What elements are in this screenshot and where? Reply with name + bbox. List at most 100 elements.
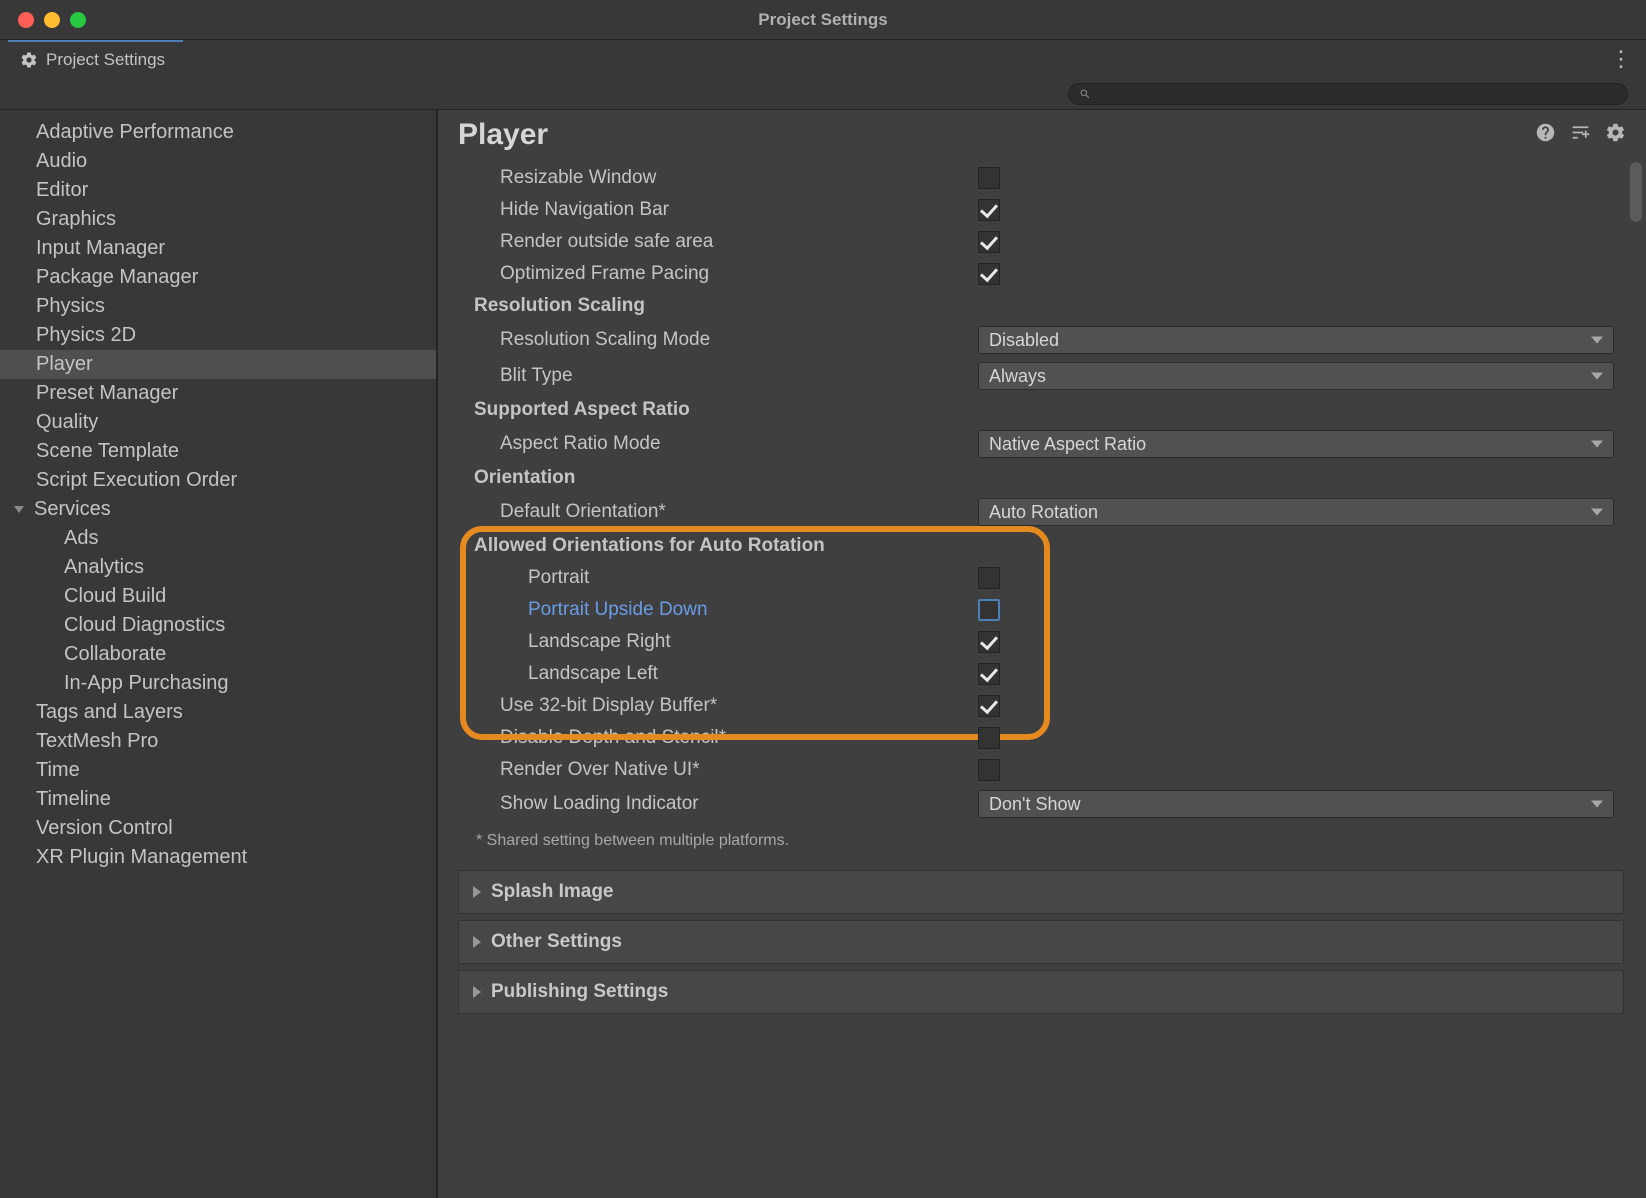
checkbox-optimized_frame[interactable] [978,263,1000,285]
minimize-window-icon[interactable] [44,12,60,28]
sidebar-item-label: Input Manager [36,237,165,259]
sidebar-item-scene-template[interactable]: Scene Template [0,437,436,466]
dropdown-loading_indicator[interactable]: Don't Show [978,790,1614,818]
checkbox-render_over_native[interactable] [978,759,1000,781]
checkbox-hide_nav[interactable] [978,199,1000,221]
sidebar-item-in-app-purchasing[interactable]: In-App Purchasing [0,669,436,698]
tab-project-settings[interactable]: Project Settings [8,40,183,78]
dropdown-aspect_mode[interactable]: Native Aspect Ratio [978,430,1614,458]
foldout-other-settings[interactable]: Other Settings [458,920,1624,964]
foldout-publishing-settings[interactable]: Publishing Settings [458,970,1624,1014]
sidebar-item-package-manager[interactable]: Package Manager [0,263,436,292]
sidebar-item-cloud-build[interactable]: Cloud Build [0,582,436,611]
label-resizable_window: Resizable Window [500,167,656,189]
sidebar-item-script-execution-order[interactable]: Script Execution Order [0,466,436,495]
sidebar-item-analytics[interactable]: Analytics [0,553,436,582]
help-icon[interactable] [1535,122,1556,148]
foldout-splash-image[interactable]: Splash Image [458,870,1624,914]
dropdown-scaling_mode[interactable]: Disabled [978,326,1614,354]
checkbox-landscape_left[interactable] [978,663,1000,685]
search-input[interactable] [1097,86,1617,101]
kebab-menu-icon[interactable]: ⋮ [1610,48,1632,70]
sidebar-item-label: TextMesh Pro [36,730,158,752]
section-aspect_hdr: Supported Aspect Ratio [474,399,690,421]
label-portrait: Portrait [528,567,589,589]
page-title: Player [458,118,1535,152]
settings-scroll[interactable]: Resizable Window Hide Navigation Bar Rende… [438,162,1646,1198]
main-header: Player [438,110,1646,162]
sidebar-item-label: Editor [36,179,88,201]
sidebar-item-physics-2d[interactable]: Physics 2D [0,321,436,350]
sidebar-item-adaptive-performance[interactable]: Adaptive Performance [0,118,436,147]
checkbox-portrait[interactable] [978,567,1000,589]
checkbox-portrait_upside[interactable] [978,599,1000,621]
sidebar-item-audio[interactable]: Audio [0,147,436,176]
sidebar-item-tags-and-layers[interactable]: Tags and Layers [0,698,436,727]
sidebar-item-services[interactable]: Services [0,495,436,524]
label-hide_nav: Hide Navigation Bar [500,199,669,221]
sidebar-item-label: Tags and Layers [36,701,183,723]
checkbox-resizable_window[interactable] [978,167,1000,189]
sidebar-item-collaborate[interactable]: Collaborate [0,640,436,669]
main-panel: Player Resizable Window Hide Navigation B… [438,110,1646,1198]
title-bar: Project Settings [0,0,1646,40]
sidebar-item-editor[interactable]: Editor [0,176,436,205]
sidebar-item-player[interactable]: Player [0,350,436,379]
sidebar-item-timeline[interactable]: Timeline [0,785,436,814]
fullscreen-window-icon[interactable] [70,12,86,28]
sidebar-item-xr-plugin-management[interactable]: XR Plugin Management [0,843,436,872]
label-scaling_mode: Resolution Scaling Mode [500,329,710,351]
label-landscape_left: Landscape Left [528,663,658,685]
search-icon [1079,88,1091,100]
tab-label: Project Settings [46,50,165,70]
sidebar-item-input-manager[interactable]: Input Manager [0,234,436,263]
scroll-thumb[interactable] [1630,162,1642,222]
sidebar-item-textmesh-pro[interactable]: TextMesh Pro [0,727,436,756]
checkbox-landscape_right[interactable] [978,631,1000,653]
chevron-right-icon [473,936,481,948]
label-render_over_native: Render Over Native UI* [500,759,700,781]
search-field[interactable] [1068,83,1628,105]
sidebar-item-time[interactable]: Time [0,756,436,785]
sidebar-item-cloud-diagnostics[interactable]: Cloud Diagnostics [0,611,436,640]
window-controls [0,12,86,28]
label-blit_type: Blit Type [500,365,573,387]
dropdown-default_orientation[interactable]: Auto Rotation [978,498,1614,526]
tab-bar: Project Settings ⋮ [0,40,1646,78]
close-window-icon[interactable] [18,12,34,28]
sidebar-item-label: Physics [36,295,105,317]
search-bar [0,78,1646,110]
sidebar-item-preset-manager[interactable]: Preset Manager [0,379,436,408]
scrollbar[interactable] [1628,162,1644,1198]
sidebar-item-quality[interactable]: Quality [0,408,436,437]
sidebar-item-label: Graphics [36,208,116,230]
sidebar-item-label: Version Control [36,817,173,839]
dropdown-blit_type[interactable]: Always [978,362,1614,390]
sidebar-item-ads[interactable]: Ads [0,524,436,553]
foldout-label: Other Settings [491,931,622,953]
sidebar-item-label: Physics 2D [36,324,136,346]
presets-icon[interactable] [1570,122,1591,148]
label-portrait_upside: Portrait Upside Down [528,599,708,621]
section-orientation_hdr: Orientation [474,467,575,489]
chevron-down-icon [14,506,24,513]
sidebar-item-label: Preset Manager [36,382,178,404]
gear-icon[interactable] [1605,122,1626,148]
sidebar-item-version-control[interactable]: Version Control [0,814,436,843]
sidebar-item-label: Quality [36,411,98,433]
label-default_orientation: Default Orientation* [500,501,666,523]
label-loading_indicator: Show Loading Indicator [500,793,699,815]
foldout-label: Splash Image [491,881,614,903]
chevron-right-icon [473,886,481,898]
checkbox-use32[interactable] [978,695,1000,717]
sidebar-item-label: Time [36,759,80,781]
checkbox-render_outside_safe[interactable] [978,231,1000,253]
checkbox-disable_depth[interactable] [978,727,1000,749]
sidebar-item-physics[interactable]: Physics [0,292,436,321]
sidebar-item-graphics[interactable]: Graphics [0,205,436,234]
window-title: Project Settings [758,10,887,30]
label-render_outside_safe: Render outside safe area [500,231,713,253]
gear-icon [20,51,38,69]
sidebar-item-label: XR Plugin Management [36,846,247,868]
chevron-right-icon [473,986,481,998]
